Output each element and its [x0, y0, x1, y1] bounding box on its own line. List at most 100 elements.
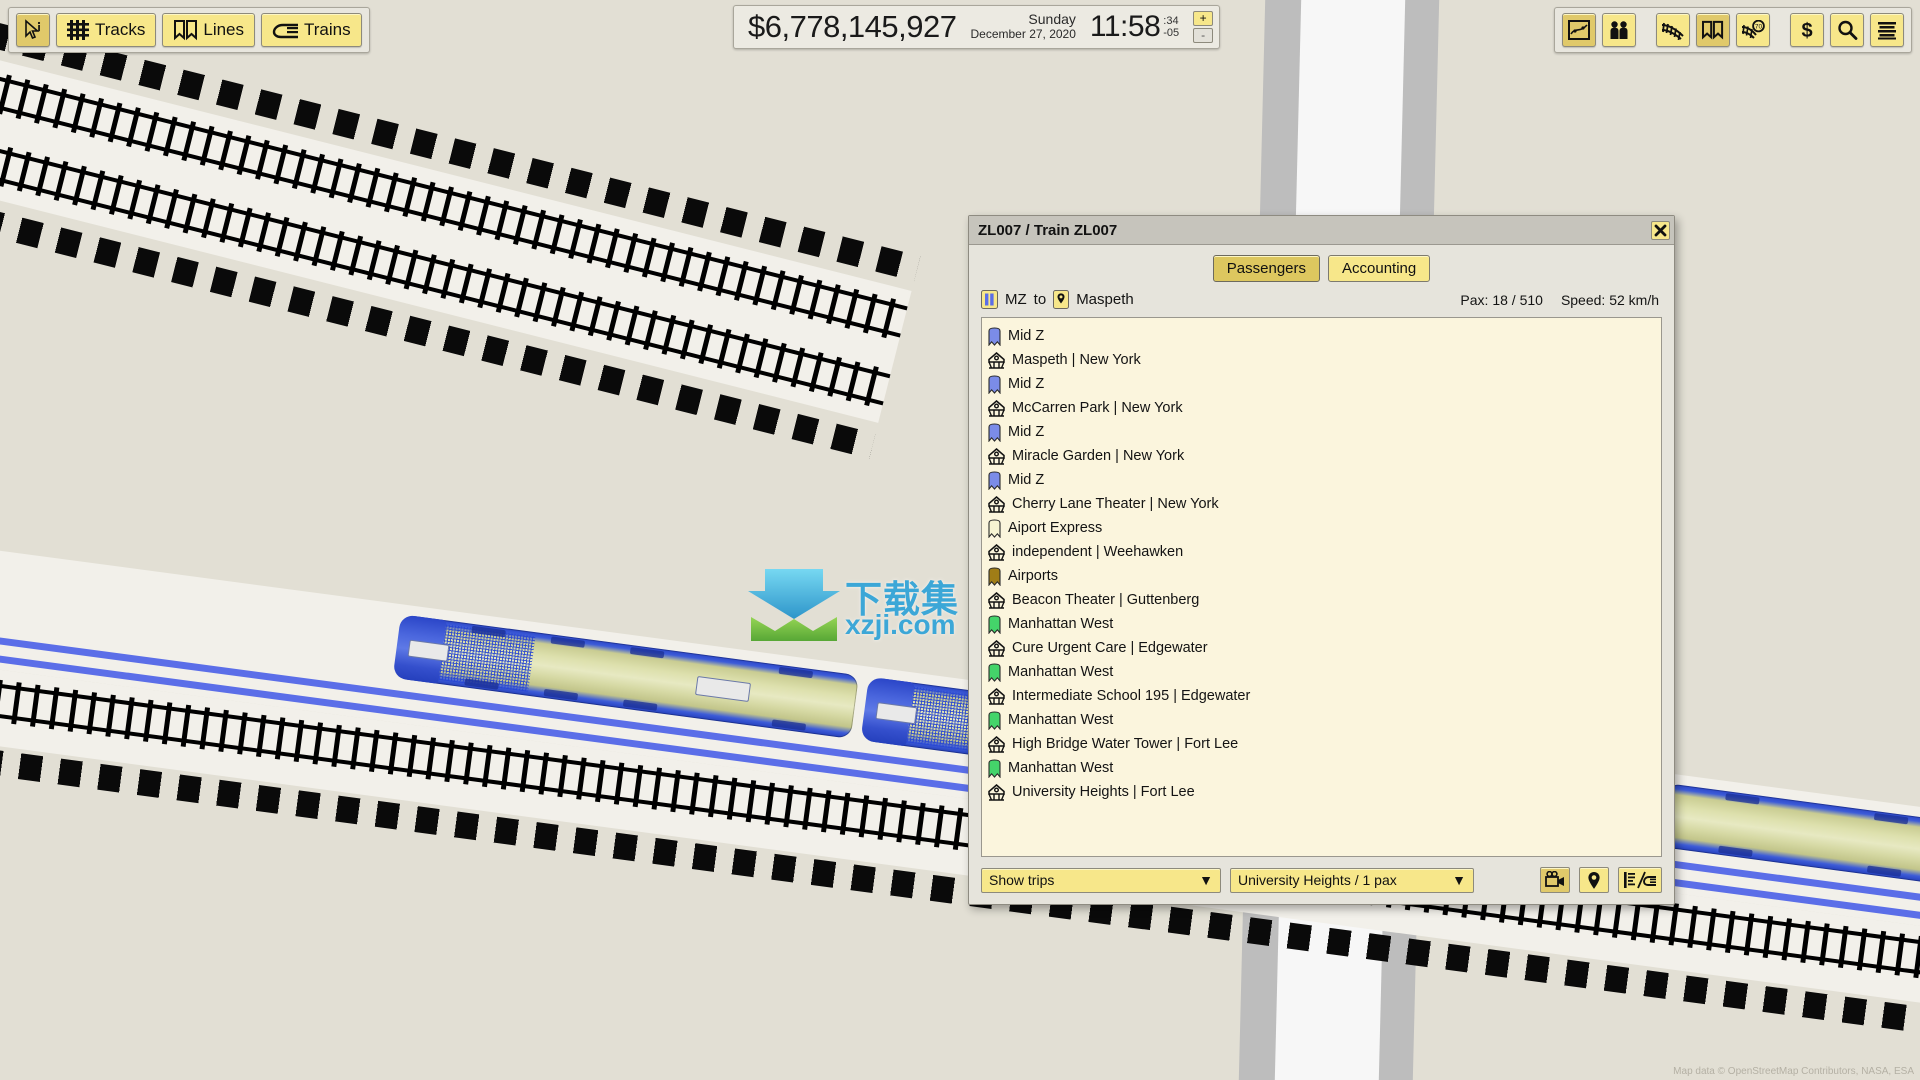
locate-button[interactable] — [1579, 867, 1609, 893]
menu-button[interactable] — [1870, 13, 1904, 47]
list-item-label: Miracle Garden | New York — [1012, 448, 1184, 464]
show-trips-dropdown[interactable]: Show trips ▼ — [981, 868, 1221, 893]
list-item-label: Mid Z — [1008, 424, 1044, 440]
list-item-label: Cherry Lane Theater | New York — [1012, 496, 1219, 512]
route-to-word: to — [1034, 291, 1047, 308]
list-item-station[interactable]: McCarren Park | New York — [988, 396, 1661, 420]
line-badge-icon — [988, 663, 1001, 682]
tab-accounting[interactable]: Accounting — [1328, 255, 1430, 282]
track-speed-button[interactable]: 70 — [1736, 13, 1770, 47]
station-icon — [988, 352, 1005, 369]
clock-extra: :34 -05 — [1163, 15, 1179, 39]
line-badge-icon — [988, 471, 1001, 490]
population-button[interactable] — [1602, 13, 1636, 47]
clock-block: 11:58 :34 -05 — [1090, 10, 1179, 44]
follow-camera-icon — [1545, 871, 1565, 889]
line-badge-icon — [988, 423, 1001, 442]
list-item-label: High Bridge Water Tower | Fort Lee — [1012, 736, 1238, 752]
clock-offset: -05 — [1163, 27, 1179, 39]
list-item-line[interactable]: Aiport Express — [988, 516, 1661, 540]
lines-overview-button[interactable] — [1696, 13, 1730, 47]
list-item-line[interactable]: Manhattan West — [988, 756, 1661, 780]
date-text: December 27, 2020 — [971, 28, 1076, 41]
chevron-down-icon: ▼ — [1199, 872, 1213, 888]
population-icon — [1608, 20, 1630, 40]
list-item-line[interactable]: Airports — [988, 564, 1661, 588]
finance-button[interactable]: $ — [1790, 13, 1824, 47]
list-item-line[interactable]: Mid Z — [988, 372, 1661, 396]
list-item-label: Beacon Theater | Guttenberg — [1012, 592, 1199, 608]
chevron-down-icon: ▼ — [1452, 872, 1466, 888]
passenger-trip-list[interactable]: Mid Z Maspeth | New York Mid Z McCarren Par… — [981, 317, 1662, 857]
train-speed: Speed: 52 km/h — [1561, 292, 1659, 308]
list-item-station[interactable]: High Bridge Water Tower | Fort Lee — [988, 732, 1661, 756]
search-icon — [1836, 19, 1858, 41]
lines-button-label: Lines — [203, 20, 244, 40]
train-detail-dialog: ZL007 / Train ZL007 Passengers Accountin… — [968, 215, 1675, 905]
line-badge-icon — [988, 327, 1001, 346]
list-item-line[interactable]: Manhattan West — [988, 660, 1661, 684]
list-item-station[interactable]: independent | Weehawken — [988, 540, 1661, 564]
route-origin-destination: MZ to Maspeth — [981, 290, 1134, 309]
tool-select-info-button[interactable] — [16, 13, 50, 47]
tracks-icon — [67, 19, 91, 41]
station-icon — [988, 400, 1005, 417]
list-item-station[interactable]: Miracle Garden | New York — [988, 444, 1661, 468]
speed-controls: + - — [1193, 11, 1213, 43]
list-item-station[interactable]: Beacon Theater | Guttenberg — [988, 588, 1661, 612]
close-button[interactable] — [1651, 221, 1670, 240]
pax-filter-label: University Heights / 1 pax — [1238, 872, 1397, 888]
line-badge-icon — [988, 519, 1001, 538]
list-item-station[interactable]: University Heights | Fort Lee — [988, 780, 1661, 804]
show-trips-label: Show trips — [989, 872, 1054, 888]
track-curve-button[interactable] — [1656, 13, 1690, 47]
route-summary: MZ to Maspeth Pax: 18 / 510 Speed: 52 km… — [969, 288, 1674, 317]
list-item-label: independent | Weehawken — [1012, 544, 1183, 560]
left-toolbar: Tracks Lines Trains — [8, 7, 370, 53]
speed-up-button[interactable]: + — [1193, 11, 1213, 26]
watermark-main-text: 下载集 — [845, 569, 959, 623]
route-destination: Maspeth — [1076, 291, 1134, 308]
line-badge-icon — [988, 711, 1001, 730]
station-icon — [988, 688, 1005, 705]
trains-button[interactable]: Trains — [261, 13, 362, 47]
list-item-line[interactable]: Manhattan West — [988, 708, 1661, 732]
list-item-label: Mid Z — [1008, 376, 1044, 392]
tab-passengers[interactable]: Passengers — [1213, 255, 1320, 282]
track-speed-icon: 70 — [1741, 20, 1765, 40]
pax-filter-dropdown[interactable]: University Heights / 1 pax ▼ — [1230, 868, 1474, 893]
dialog-tabs: Passengers Accounting — [969, 245, 1674, 288]
line-badge-icon — [988, 615, 1001, 634]
list-item-station[interactable]: Maspeth | New York — [988, 348, 1661, 372]
close-icon — [1654, 224, 1667, 237]
list-item-line[interactable]: Mid Z — [988, 468, 1661, 492]
list-item-line[interactable]: Mid Z — [988, 420, 1661, 444]
game-window: 下载集 xzji.com Map data © OpenStreetMap Co… — [0, 0, 1920, 1080]
speed-down-button[interactable]: - — [1193, 28, 1213, 43]
tracks-button[interactable]: Tracks — [56, 13, 156, 47]
list-item-station[interactable]: Cure Urgent Care | Edgewater — [988, 636, 1661, 660]
timetable-button[interactable] — [1618, 867, 1662, 893]
list-item-label: Aiport Express — [1008, 520, 1102, 536]
lines-button[interactable]: Lines — [162, 13, 255, 47]
trains-icon — [272, 20, 300, 40]
dialog-bottom-bar: Show trips ▼ University Heights / 1 pax … — [969, 857, 1674, 904]
follow-camera-button[interactable] — [1540, 867, 1570, 893]
dialog-title-bar[interactable]: ZL007 / Train ZL007 — [969, 216, 1674, 245]
list-item-line[interactable]: Manhattan West — [988, 612, 1661, 636]
map-attribution: Map data © OpenStreetMap Contributors, N… — [1673, 1066, 1914, 1077]
list-item-label: Intermediate School 195 | Edgewater — [1012, 688, 1250, 704]
list-item-label: Mid Z — [1008, 328, 1044, 344]
watermark-sub-text: xzji.com — [845, 609, 955, 641]
route-stats: Pax: 18 / 510 Speed: 52 km/h — [1460, 292, 1659, 308]
svg-text:$: $ — [1801, 20, 1812, 41]
search-button[interactable] — [1830, 13, 1864, 47]
list-item-line[interactable]: Mid Z — [988, 324, 1661, 348]
map-overview-button[interactable] — [1562, 13, 1596, 47]
list-item-station[interactable]: Intermediate School 195 | Edgewater — [988, 684, 1661, 708]
list-item-station[interactable]: Cherry Lane Theater | New York — [988, 492, 1661, 516]
timetable-train-icon — [1623, 871, 1657, 889]
lines-icon — [1701, 20, 1725, 40]
day-of-week: Sunday — [971, 12, 1076, 28]
line-badge-icon — [988, 759, 1001, 778]
